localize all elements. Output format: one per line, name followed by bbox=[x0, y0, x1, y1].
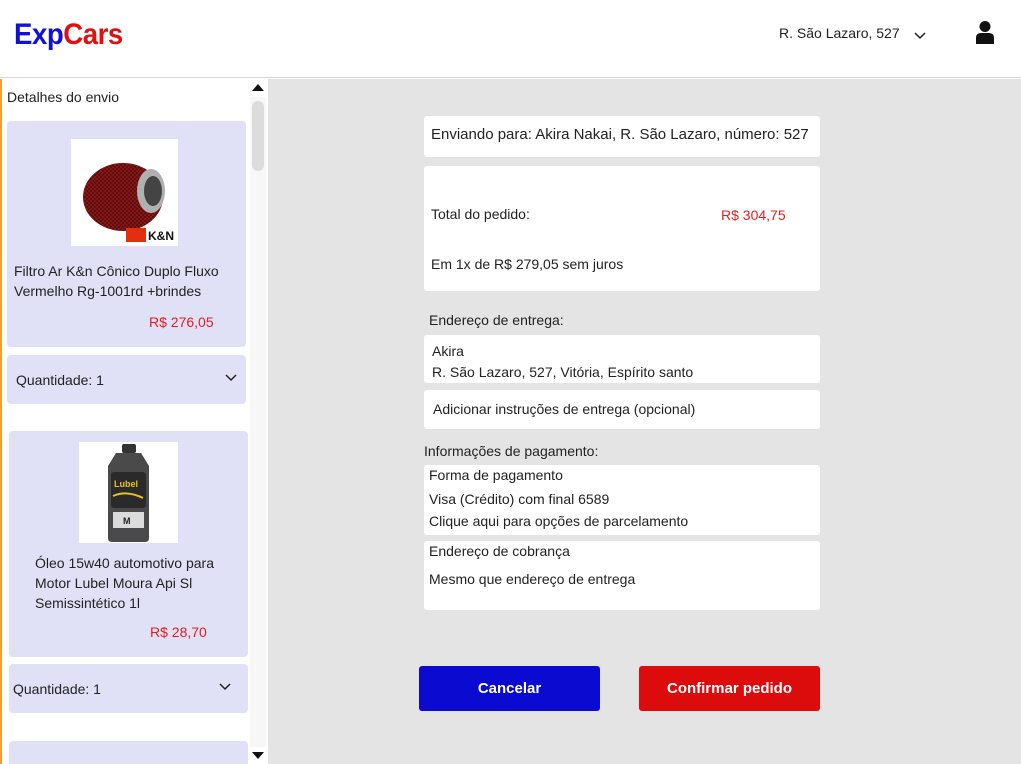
logo-part-cars: Cars bbox=[63, 18, 123, 51]
scroll-up-arrow-icon[interactable] bbox=[252, 84, 264, 91]
product-name: Filtro Ar K&n Cônico Duplo Fluxo Vermelh… bbox=[14, 261, 242, 301]
quantity-selector[interactable]: Quantidade: 1 bbox=[9, 664, 248, 713]
billing-address-panel: Endereço de cobrança Mesmo que endereço … bbox=[424, 541, 820, 610]
shipping-to-panel: Enviando para: Akira Nakai, R. São Lazar… bbox=[424, 116, 820, 157]
quantity-selector[interactable]: Quantidade: 1 bbox=[7, 355, 246, 404]
billing-address-label: Endereço de cobrança bbox=[429, 543, 570, 559]
product-name-line: Óleo 15w40 automotivo para bbox=[35, 555, 214, 571]
installment-options-link[interactable]: Clique aqui para opções de parcelamento bbox=[429, 513, 688, 529]
delivery-address-heading: Endereço de entrega: bbox=[429, 312, 564, 328]
svg-text:K&N: K&N bbox=[148, 229, 174, 243]
product-name: Óleo 15w40 automotivo para Motor Lubel M… bbox=[35, 553, 240, 613]
order-total-panel: Total do pedido: R$ 304,75 Em 1x de R$ 2… bbox=[424, 166, 820, 291]
user-icon[interactable] bbox=[975, 20, 995, 44]
shipping-to-text: Enviando para: Akira Nakai, R. São Lazar… bbox=[431, 126, 809, 143]
product-card bbox=[9, 741, 248, 764]
delivery-instructions-label: Adicionar instruções de entrega (opciona… bbox=[433, 401, 696, 417]
product-image-motor-oil: Lubel M bbox=[79, 442, 178, 543]
quantity-label: Quantidade: 1 bbox=[13, 680, 101, 697]
order-summary-area: Enviando para: Akira Nakai, R. São Lazar… bbox=[268, 79, 1021, 764]
confirm-order-button[interactable]: Confirmar pedido bbox=[639, 666, 820, 711]
chevron-down-icon bbox=[219, 683, 231, 691]
payment-method-panel: Forma de pagamento Visa (Crédito) com fi… bbox=[424, 465, 820, 535]
payment-card-text: Visa (Crédito) com final 6589 bbox=[429, 491, 610, 507]
logo-part-exp: Exp bbox=[14, 18, 64, 51]
sidebar-title: Detalhes do envio bbox=[7, 89, 120, 105]
chevron-down-icon bbox=[225, 374, 237, 382]
chevron-down-icon bbox=[914, 32, 926, 40]
delivery-address-text: R. São Lazaro, 527, Vitória, Espírito sa… bbox=[432, 364, 694, 380]
payment-info-heading: Informações de pagamento: bbox=[424, 443, 599, 459]
billing-address-value: Mesmo que endereço de entrega bbox=[429, 571, 636, 587]
product-name-line: Motor Lubel Moura Api Sl bbox=[35, 575, 193, 591]
logo[interactable]: ExpCars bbox=[14, 18, 123, 52]
product-image-air-filter: K&N bbox=[71, 139, 178, 246]
cancel-button[interactable]: Cancelar bbox=[419, 666, 600, 711]
product-card: Lubel M Óleo 15w40 automotivo para Motor… bbox=[9, 431, 248, 657]
shipping-details-sidebar: Detalhes do envio K&N Filtro Ar K&n Côni… bbox=[0, 79, 268, 764]
scroll-down-arrow-icon[interactable] bbox=[252, 752, 264, 759]
delivery-address-panel[interactable]: Akira R. São Lazaro, 527, Vitória, Espír… bbox=[424, 335, 820, 383]
product-card: K&N Filtro Ar K&n Cônico Duplo Fluxo Ver… bbox=[7, 121, 246, 347]
total-label: Total do pedido: bbox=[431, 206, 530, 222]
payment-method-label: Forma de pagamento bbox=[429, 467, 563, 483]
scrollbar-thumb[interactable] bbox=[252, 101, 264, 171]
scrollbar-track[interactable] bbox=[250, 97, 266, 747]
total-value: R$ 304,75 bbox=[721, 207, 786, 223]
address-selector[interactable]: R. São Lazaro, 527 bbox=[779, 25, 926, 41]
svg-text:Lubel: Lubel bbox=[114, 479, 138, 489]
delivery-recipient-name: Akira bbox=[432, 343, 464, 359]
installments-text: Em 1x de R$ 279,05 sem juros bbox=[431, 256, 624, 272]
product-price: R$ 28,70 bbox=[150, 624, 207, 640]
header: ExpCars R. São Lazaro, 527 bbox=[0, 0, 1021, 78]
delivery-instructions-field[interactable]: Adicionar instruções de entrega (opciona… bbox=[424, 390, 820, 429]
address-selector-label: R. São Lazaro, 527 bbox=[779, 25, 900, 41]
product-name-line: Vermelho Rg-1001rd +brindes bbox=[14, 283, 202, 299]
product-name-line: Semissintético 1l bbox=[35, 595, 141, 611]
product-price: R$ 276,05 bbox=[149, 314, 214, 330]
quantity-label: Quantidade: 1 bbox=[16, 371, 104, 388]
svg-text:M: M bbox=[123, 516, 131, 526]
product-name-line: Filtro Ar K&n Cônico Duplo Fluxo bbox=[14, 263, 219, 279]
